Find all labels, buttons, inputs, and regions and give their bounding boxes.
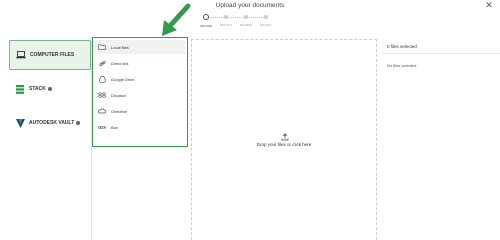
option-label: Direct link bbox=[111, 60, 129, 66]
step-label: UPLOAD bbox=[199, 24, 213, 28]
step-select: SELECT bbox=[256, 12, 276, 27]
option-box[interactable]: Box bbox=[95, 120, 185, 134]
step-label: SELECT bbox=[260, 23, 272, 27]
step-upload: UPLOAD bbox=[196, 12, 216, 28]
source-tab-label: AUTODESK VAULT bbox=[29, 120, 75, 126]
info-icon[interactable] bbox=[47, 87, 52, 91]
step-details: DETAILS bbox=[216, 12, 236, 27]
source-tab-autodesk-vault[interactable]: AUTODESK VAULT bbox=[9, 108, 91, 138]
option-label: Google Drive bbox=[111, 76, 135, 82]
step-dot bbox=[264, 15, 268, 19]
option-label: Dropbox bbox=[111, 92, 127, 98]
laptop-icon bbox=[16, 50, 26, 60]
dropzone-text: Drop your files or click here bbox=[256, 142, 312, 147]
step-label: REVIEW bbox=[240, 23, 252, 27]
step-label: DETAILS bbox=[219, 23, 233, 27]
no-files-message: No files selected bbox=[387, 63, 417, 68]
stack-logo-icon bbox=[15, 84, 25, 94]
divider bbox=[382, 53, 500, 54]
file-source-list: Local files Direct link Google Drive Dro… bbox=[92, 37, 188, 147]
upload-icon bbox=[281, 133, 289, 141]
option-onedrive[interactable]: Onedrive bbox=[95, 104, 185, 118]
google-drive-icon bbox=[96, 75, 108, 83]
option-local-files[interactable]: Local files bbox=[95, 40, 185, 54]
source-tab-label: COMPUTER FILES bbox=[30, 52, 75, 58]
green-arrow-icon bbox=[162, 3, 191, 36]
selected-files-panel: 0 files selected No files selected bbox=[382, 37, 500, 240]
autodesk-vault-icon bbox=[15, 118, 25, 128]
dropbox-icon bbox=[96, 91, 108, 99]
files-selected-count: 0 files selected bbox=[387, 44, 417, 49]
option-label: Box bbox=[111, 124, 118, 130]
option-direct-link[interactable]: Direct link bbox=[95, 56, 185, 70]
close-button[interactable]: ✕ bbox=[484, 0, 494, 10]
file-dropzone[interactable]: Drop your files or click here bbox=[191, 39, 377, 240]
source-tab-label: STACK bbox=[29, 86, 46, 92]
step-dot bbox=[244, 15, 248, 19]
step-review: REVIEW bbox=[236, 12, 256, 27]
page-title: Upload your documents bbox=[215, 2, 285, 9]
box-icon bbox=[96, 125, 108, 130]
upload-stepper: UPLOAD DETAILS REVIEW SELECT bbox=[186, 12, 286, 32]
option-label: Onedrive bbox=[111, 108, 128, 114]
option-google-drive[interactable]: Google Drive bbox=[95, 72, 185, 86]
source-sidebar: COMPUTER FILES STACK AUTODESK VAULT bbox=[0, 37, 92, 240]
option-dropbox[interactable]: Dropbox bbox=[95, 88, 185, 102]
info-icon[interactable] bbox=[76, 121, 81, 125]
link-icon bbox=[96, 60, 108, 67]
folder-icon bbox=[96, 44, 108, 50]
onedrive-icon bbox=[96, 108, 108, 114]
close-icon: ✕ bbox=[485, 0, 493, 10]
source-tab-stack[interactable]: STACK bbox=[9, 74, 91, 104]
step-dot bbox=[224, 15, 228, 19]
option-label: Local files bbox=[111, 44, 129, 50]
source-tab-computer-files[interactable]: COMPUTER FILES bbox=[9, 40, 91, 70]
step-dot bbox=[203, 14, 209, 20]
